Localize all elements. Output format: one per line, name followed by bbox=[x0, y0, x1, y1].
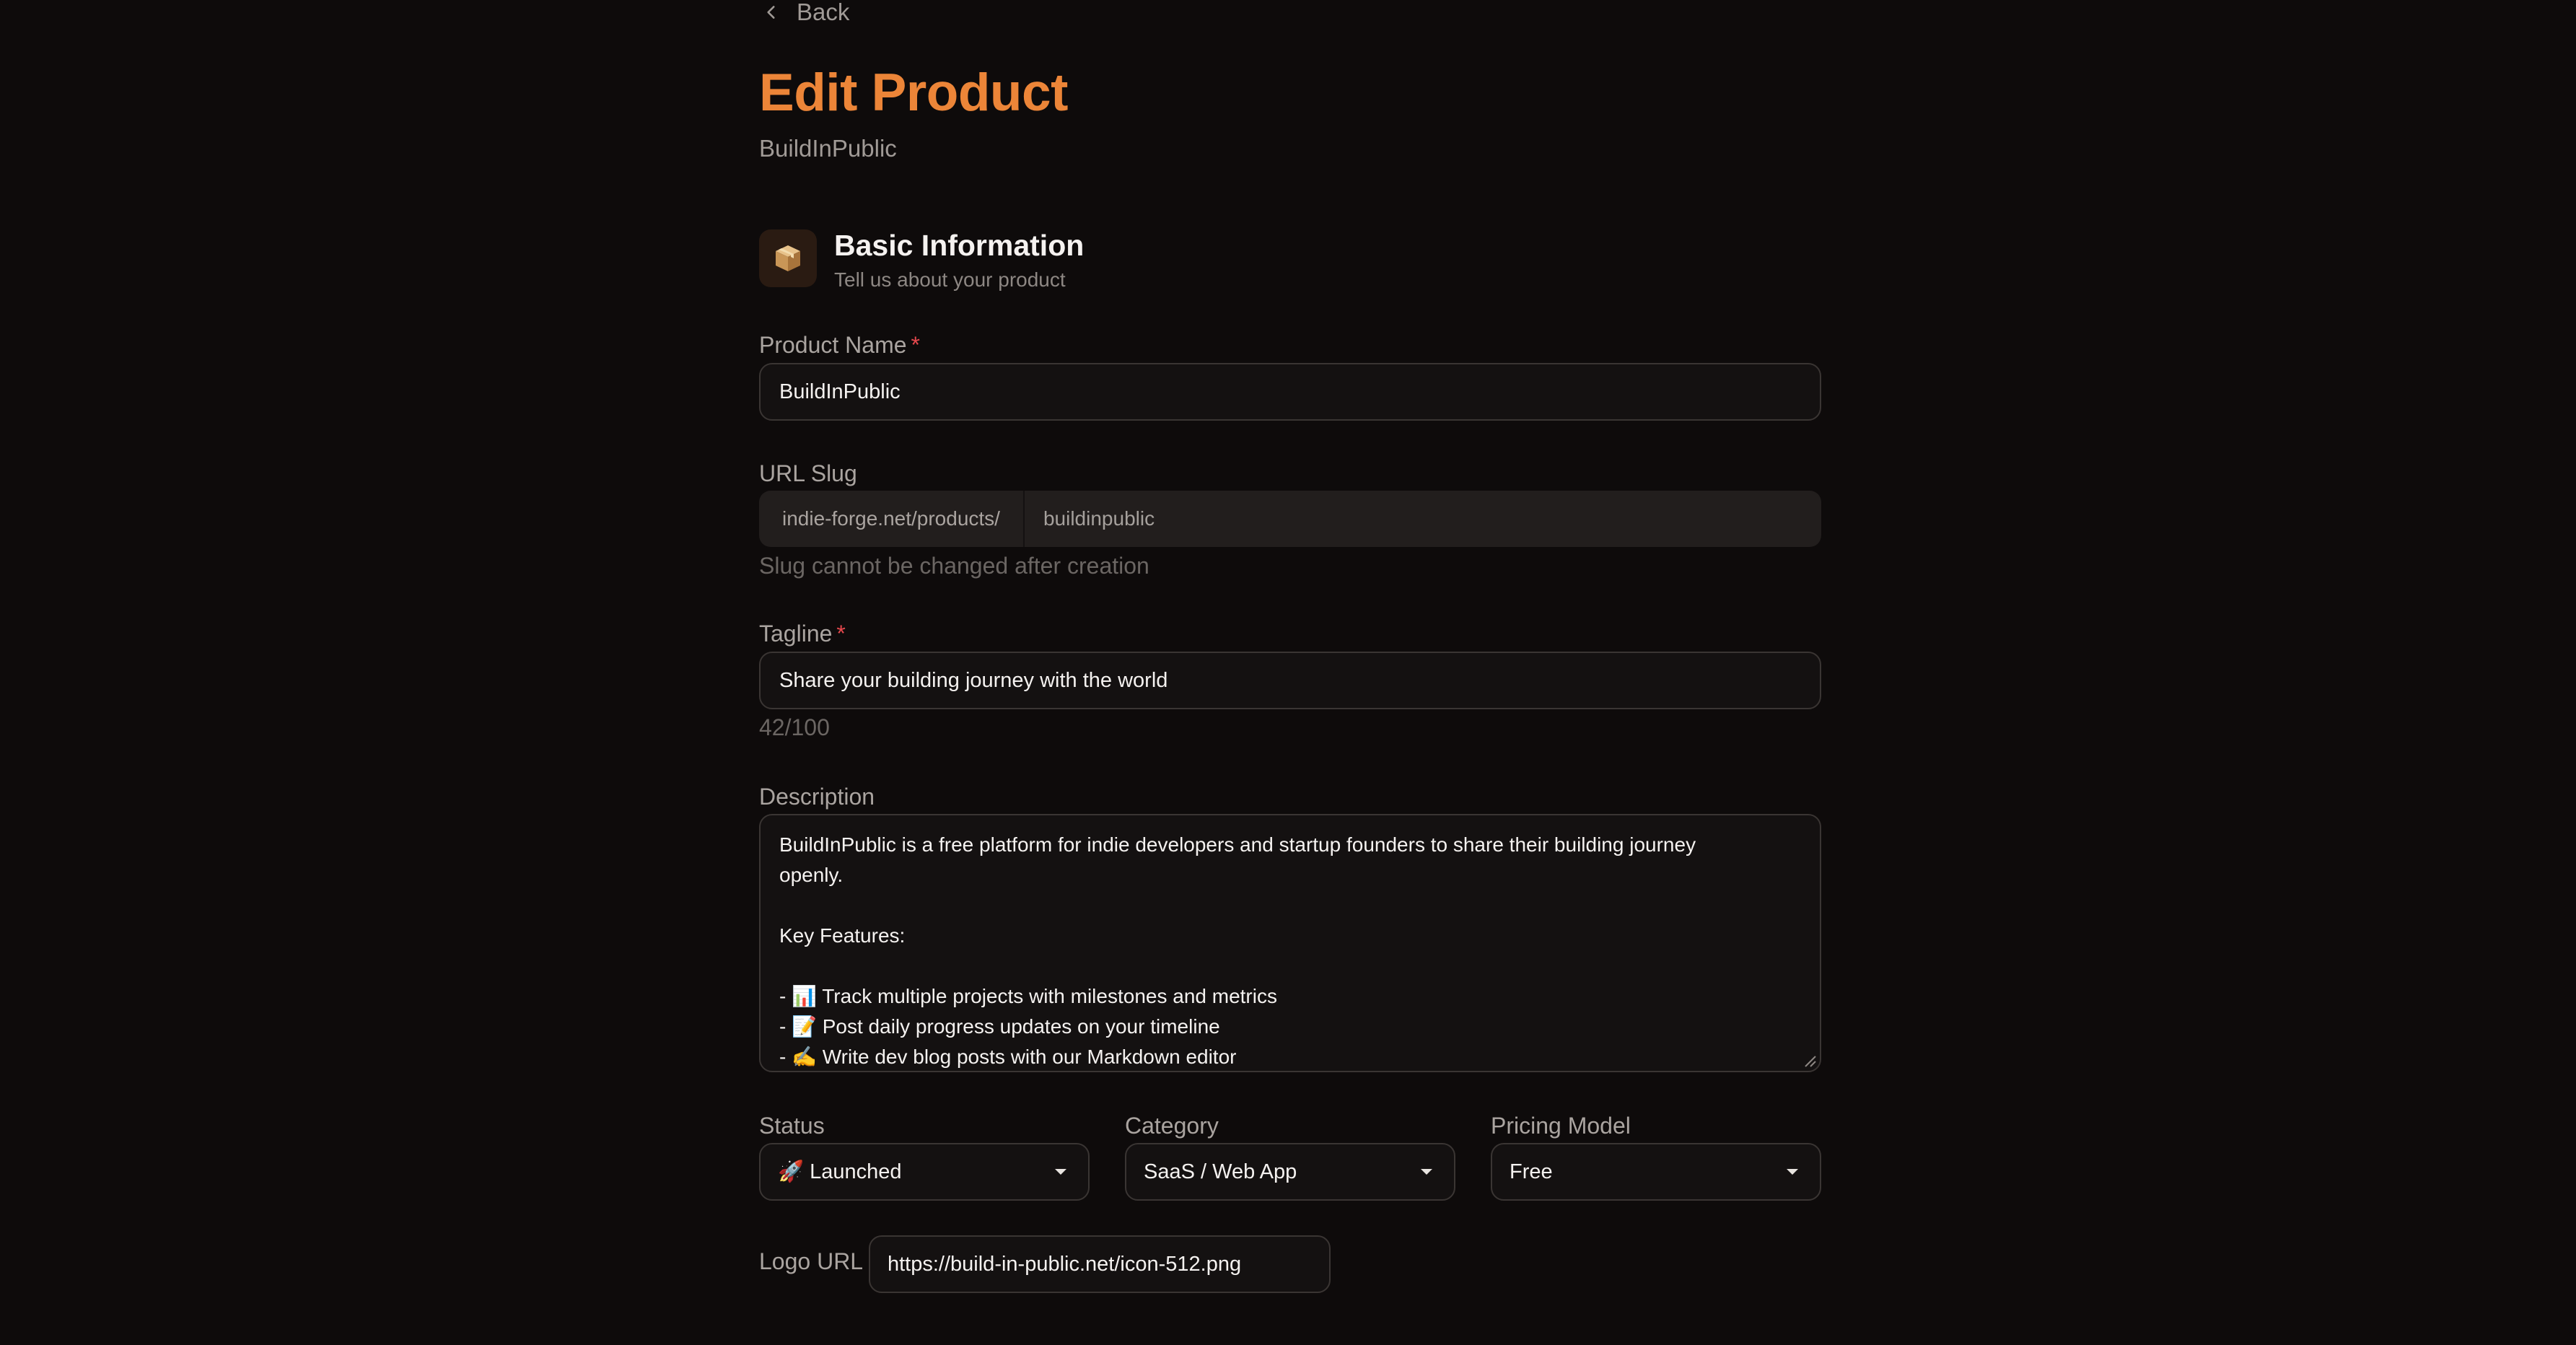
description-line bbox=[779, 951, 1801, 981]
caret-down-icon bbox=[1055, 1169, 1066, 1175]
url-slug-field: indie-forge.net/products/ buildinpublic bbox=[759, 491, 1821, 547]
page-title: Edit Product bbox=[759, 63, 1068, 122]
tagline-input[interactable]: Share your building journey with the wor… bbox=[759, 652, 1821, 709]
description-line: Key Features: bbox=[779, 924, 906, 947]
section-title: Basic Information bbox=[834, 229, 1085, 262]
url-slug-label: URL Slug bbox=[759, 460, 857, 486]
tagline-label: Tagline * bbox=[759, 621, 846, 647]
logo-url-label: Logo URL bbox=[759, 1248, 864, 1274]
url-slug-value: buildinpublic bbox=[1043, 507, 1155, 530]
caret-down-icon bbox=[1421, 1169, 1432, 1175]
pricing-model-select[interactable]: Free bbox=[1491, 1143, 1821, 1201]
product-name-input[interactable]: BuildInPublic bbox=[759, 363, 1821, 421]
chevron-left-icon bbox=[767, 6, 775, 19]
category-value: SaaS / Web App bbox=[1144, 1160, 1297, 1183]
status-label: Status bbox=[759, 1113, 825, 1139]
description-line: - ✍️ Write dev blog posts with our Markd… bbox=[779, 1046, 1237, 1068]
product-name-label: Product Name * bbox=[759, 332, 920, 358]
description-textarea[interactable]: BuildInPublic is a free platform for ind… bbox=[759, 814, 1821, 1072]
description-line: BuildInPublic is a free platform for ind… bbox=[779, 833, 1696, 856]
required-mark: * bbox=[911, 332, 920, 358]
logo-url-value: https://build-in-public.net/icon-512.png bbox=[888, 1252, 1242, 1276]
section-description: Tell us about your product bbox=[834, 268, 1066, 291]
product-name-value: BuildInPublic bbox=[779, 380, 901, 403]
description-label: Description bbox=[759, 784, 875, 810]
url-slug-hint: Slug cannot be changed after creation bbox=[759, 553, 1149, 579]
category-select[interactable]: SaaS / Web App bbox=[1125, 1143, 1455, 1201]
pricing-model-value: Free bbox=[1510, 1160, 1553, 1183]
back-label: Back bbox=[797, 0, 850, 25]
description-line bbox=[779, 890, 1801, 921]
tagline-counter: 42/100 bbox=[759, 714, 830, 740]
page-subtitle: BuildInPublic bbox=[759, 135, 897, 162]
back-link[interactable]: Back bbox=[759, 0, 849, 25]
status-select[interactable]: 🚀 Launched bbox=[759, 1143, 1090, 1201]
status-value: 🚀 Launched bbox=[778, 1160, 902, 1183]
caret-down-icon bbox=[1787, 1169, 1798, 1175]
description-line: - 📝 Post daily progress updates on your … bbox=[779, 1015, 1220, 1038]
logo-url-input[interactable]: https://build-in-public.net/icon-512.png bbox=[869, 1235, 1331, 1293]
description-line: openly. bbox=[779, 864, 844, 886]
resize-handle-icon[interactable] bbox=[1802, 1053, 1817, 1068]
package-icon bbox=[759, 229, 817, 287]
url-slug-prefix: indie-forge.net/products/ bbox=[759, 491, 1025, 547]
pricing-model-label: Pricing Model bbox=[1491, 1113, 1631, 1139]
tagline-value: Share your building journey with the wor… bbox=[779, 668, 1168, 692]
category-label: Category bbox=[1125, 1113, 1219, 1139]
description-line: - 📊 Track multiple projects with milesto… bbox=[779, 985, 1277, 1007]
required-mark: * bbox=[836, 621, 846, 647]
